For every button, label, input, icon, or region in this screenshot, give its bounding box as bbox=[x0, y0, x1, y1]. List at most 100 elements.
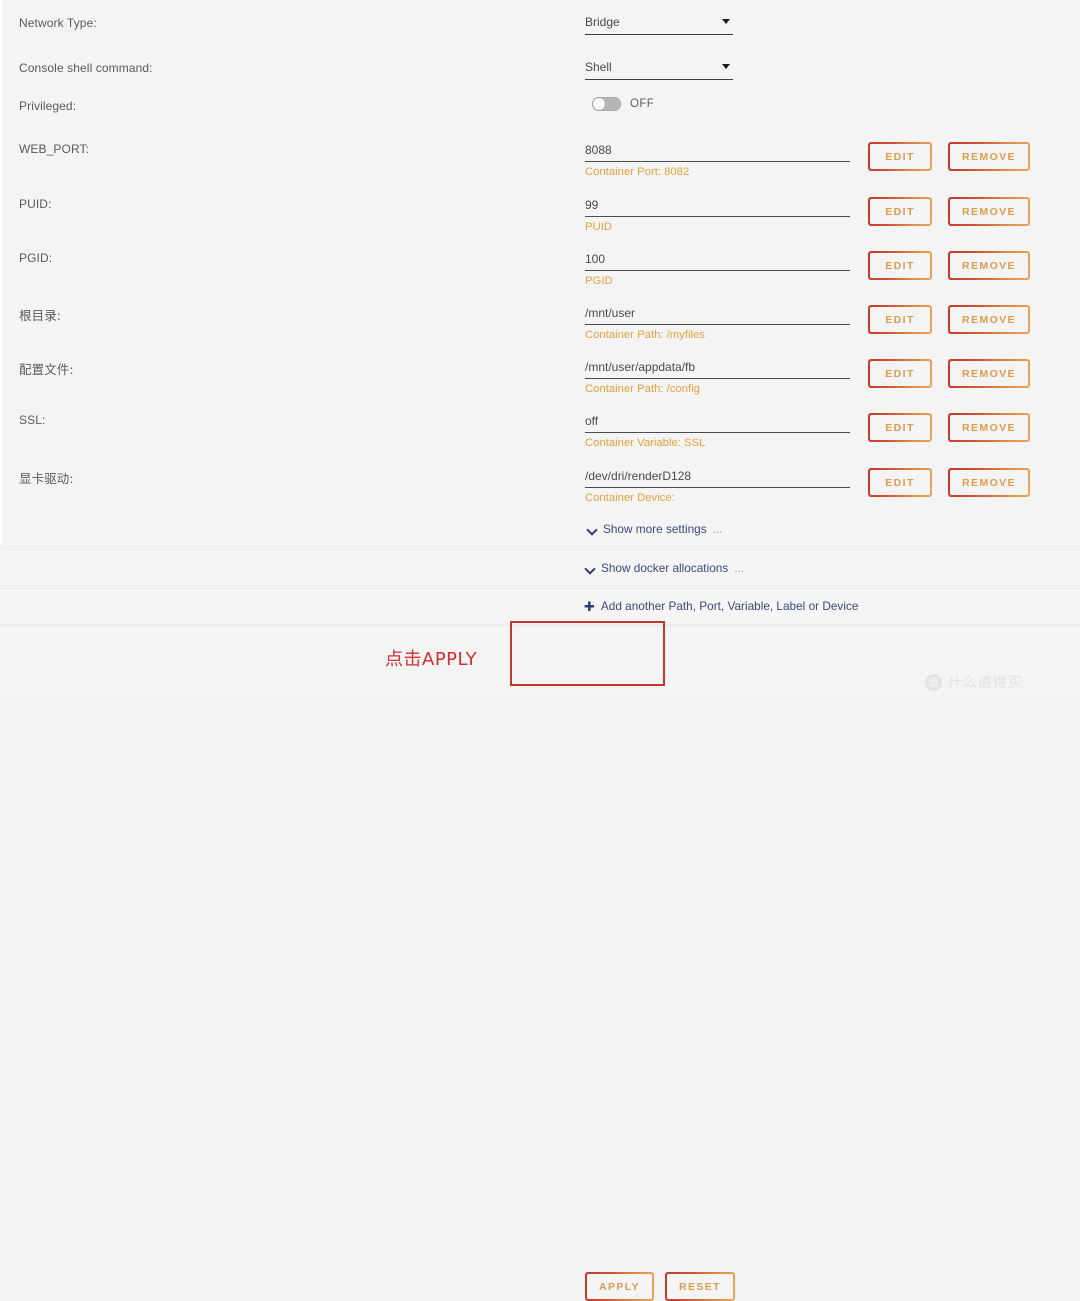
edit-button-root-directory[interactable]: EDIT bbox=[868, 305, 932, 334]
row-label-console-shell-command: Console shell command: bbox=[19, 61, 153, 75]
row-label-config-file: 配置文件: bbox=[19, 362, 74, 377]
network-type-select-value: Bridge bbox=[585, 15, 620, 29]
docker-allocations-band bbox=[0, 549, 1080, 586]
config-file-value[interactable]: /mnt/user/appdata/fb bbox=[585, 359, 850, 379]
ssl-value[interactable]: off bbox=[585, 413, 850, 433]
console-shell-command-select-value: Shell bbox=[585, 60, 612, 74]
show-docker-allocations-link[interactable]: Show docker allocations ... bbox=[586, 561, 744, 575]
root-directory-help: Container Path: /myfiles bbox=[585, 329, 705, 341]
show-docker-allocations-label: Show docker allocations bbox=[601, 561, 729, 575]
remove-button-label: REMOVE bbox=[949, 360, 1029, 387]
ssl-field[interactable]: off Container Variable: SSL bbox=[585, 413, 850, 449]
web-port-help: Container Port: 8082 bbox=[585, 166, 690, 178]
console-shell-command-select[interactable]: Shell bbox=[585, 58, 733, 80]
form-row-config-file: 配置文件: /mnt/user/appdata/fb Container Pat… bbox=[2, 359, 1080, 413]
watermark: 值 什么值得买 bbox=[925, 672, 1023, 692]
row-label-gpu-driver: 显卡驱动: bbox=[19, 471, 74, 486]
ellipsis: ... bbox=[734, 561, 745, 575]
pgid-help: PGID bbox=[585, 275, 613, 287]
remove-button-root-directory[interactable]: REMOVE bbox=[948, 305, 1030, 334]
annotation-highlight-box bbox=[510, 621, 665, 686]
edit-button-ssl[interactable]: EDIT bbox=[868, 413, 932, 442]
privileged-toggle-state: OFF bbox=[630, 98, 655, 110]
chevron-down-icon bbox=[722, 19, 730, 24]
row-label-privileged: Privileged: bbox=[19, 99, 77, 113]
edit-button-puid[interactable]: EDIT bbox=[868, 197, 932, 226]
edit-button-web-port[interactable]: EDIT bbox=[868, 142, 932, 171]
pgid-field[interactable]: 100 PGID bbox=[585, 251, 850, 287]
edit-button-config-file[interactable]: EDIT bbox=[868, 359, 932, 388]
annotation-label: 点击APPLY bbox=[385, 649, 478, 670]
puid-field[interactable]: 99 PUID bbox=[585, 197, 850, 233]
root-directory-field[interactable]: /mnt/user Container Path: /myfiles bbox=[585, 305, 850, 341]
root-directory-value[interactable]: /mnt/user bbox=[585, 305, 850, 325]
add-another-link[interactable]: ✚ Add another Path, Port, Variable, Labe… bbox=[584, 599, 858, 613]
ssl-help: Container Variable: SSL bbox=[585, 437, 706, 449]
edit-button-label: EDIT bbox=[869, 360, 931, 387]
web-port-field[interactable]: 8088 Container Port: 8082 bbox=[585, 142, 850, 178]
edit-button-label: EDIT bbox=[869, 198, 931, 225]
ellipsis: ... bbox=[712, 522, 723, 536]
form-row-gpu-driver: 显卡驱动: /dev/dri/renderD128 Container Devi… bbox=[2, 468, 1080, 522]
row-label-pgid: PGID: bbox=[19, 251, 53, 265]
edit-button-label: EDIT bbox=[869, 143, 931, 170]
privileged-toggle-group[interactable]: OFF bbox=[592, 97, 654, 111]
remove-button-label: REMOVE bbox=[949, 143, 1029, 170]
row-label-web-port: WEB_PORT: bbox=[19, 142, 90, 156]
row-label-root-directory: 根目录: bbox=[19, 308, 62, 323]
gpu-driver-field[interactable]: /dev/dri/renderD128 Container Device: bbox=[585, 468, 850, 504]
chevron-down-icon bbox=[588, 525, 597, 534]
gpu-driver-help: Container Device: bbox=[585, 492, 675, 504]
reset-button-label: RESET bbox=[666, 1273, 734, 1300]
plus-icon: ✚ bbox=[584, 598, 595, 614]
form-row-web-port: WEB_PORT: 8088 Container Port: 8082 EDIT… bbox=[2, 142, 1080, 196]
remove-button-pgid[interactable]: REMOVE bbox=[948, 251, 1030, 280]
show-more-settings-label: Show more settings bbox=[603, 522, 707, 536]
pgid-value[interactable]: 100 bbox=[585, 251, 850, 271]
toggle-knob bbox=[593, 98, 605, 110]
remove-button-label: REMOVE bbox=[949, 252, 1029, 279]
row-label-network-type: Network Type: bbox=[19, 16, 97, 30]
remove-button-config-file[interactable]: REMOVE bbox=[948, 359, 1030, 388]
form-row-root-directory: 根目录: /mnt/user Container Path: /myfiles … bbox=[2, 305, 1080, 359]
edit-button-label: EDIT bbox=[869, 306, 931, 333]
remove-button-label: REMOVE bbox=[949, 414, 1029, 441]
config-file-help: Container Path: /config bbox=[585, 383, 700, 395]
watermark-logo-icon: 值 bbox=[925, 673, 942, 691]
web-port-value[interactable]: 8088 bbox=[585, 142, 850, 162]
remove-button-gpu-driver[interactable]: REMOVE bbox=[948, 468, 1030, 497]
config-file-field[interactable]: /mnt/user/appdata/fb Container Path: /co… bbox=[585, 359, 850, 395]
page-root: Network Type: Bridge Console shell comma… bbox=[0, 0, 1080, 1301]
show-more-settings-link[interactable]: Show more settings ... bbox=[588, 522, 722, 536]
edit-button-label: EDIT bbox=[869, 252, 931, 279]
form-row-puid: PUID: 99 PUID EDIT REMOVE bbox=[2, 197, 1080, 251]
gpu-driver-value[interactable]: /dev/dri/renderD128 bbox=[585, 468, 850, 488]
remove-button-ssl[interactable]: REMOVE bbox=[948, 413, 1030, 442]
remove-button-label: REMOVE bbox=[949, 469, 1029, 496]
edit-button-pgid[interactable]: EDIT bbox=[868, 251, 932, 280]
watermark-text: 什么值得买 bbox=[948, 675, 1023, 691]
apply-button[interactable]: APPLY bbox=[585, 1272, 654, 1301]
form-row-pgid: PGID: 100 PGID EDIT REMOVE bbox=[2, 251, 1080, 305]
edit-button-label: EDIT bbox=[869, 469, 931, 496]
puid-value[interactable]: 99 bbox=[585, 197, 850, 217]
remove-button-label: REMOVE bbox=[949, 198, 1029, 225]
remove-button-label: REMOVE bbox=[949, 306, 1029, 333]
form-row-ssl: SSL: off Container Variable: SSL EDIT RE… bbox=[2, 413, 1080, 467]
chevron-down-icon bbox=[722, 64, 730, 69]
edit-button-label: EDIT bbox=[869, 414, 931, 441]
row-label-puid: PUID: bbox=[19, 197, 52, 211]
add-another-band bbox=[0, 588, 1080, 625]
network-type-select[interactable]: Bridge bbox=[585, 13, 733, 35]
apply-button-label: APPLY bbox=[586, 1273, 653, 1300]
reset-button[interactable]: RESET bbox=[665, 1272, 735, 1301]
chevron-down-icon bbox=[586, 564, 595, 573]
privileged-toggle[interactable] bbox=[592, 97, 621, 111]
container-settings-panel: Network Type: Bridge Console shell comma… bbox=[0, 0, 1080, 545]
remove-button-puid[interactable]: REMOVE bbox=[948, 197, 1030, 226]
row-label-ssl: SSL: bbox=[19, 413, 46, 427]
puid-help: PUID bbox=[585, 221, 612, 233]
remove-button-web-port[interactable]: REMOVE bbox=[948, 142, 1030, 171]
edit-button-gpu-driver[interactable]: EDIT bbox=[868, 468, 932, 497]
add-another-label: Add another Path, Port, Variable, Label … bbox=[600, 599, 859, 613]
